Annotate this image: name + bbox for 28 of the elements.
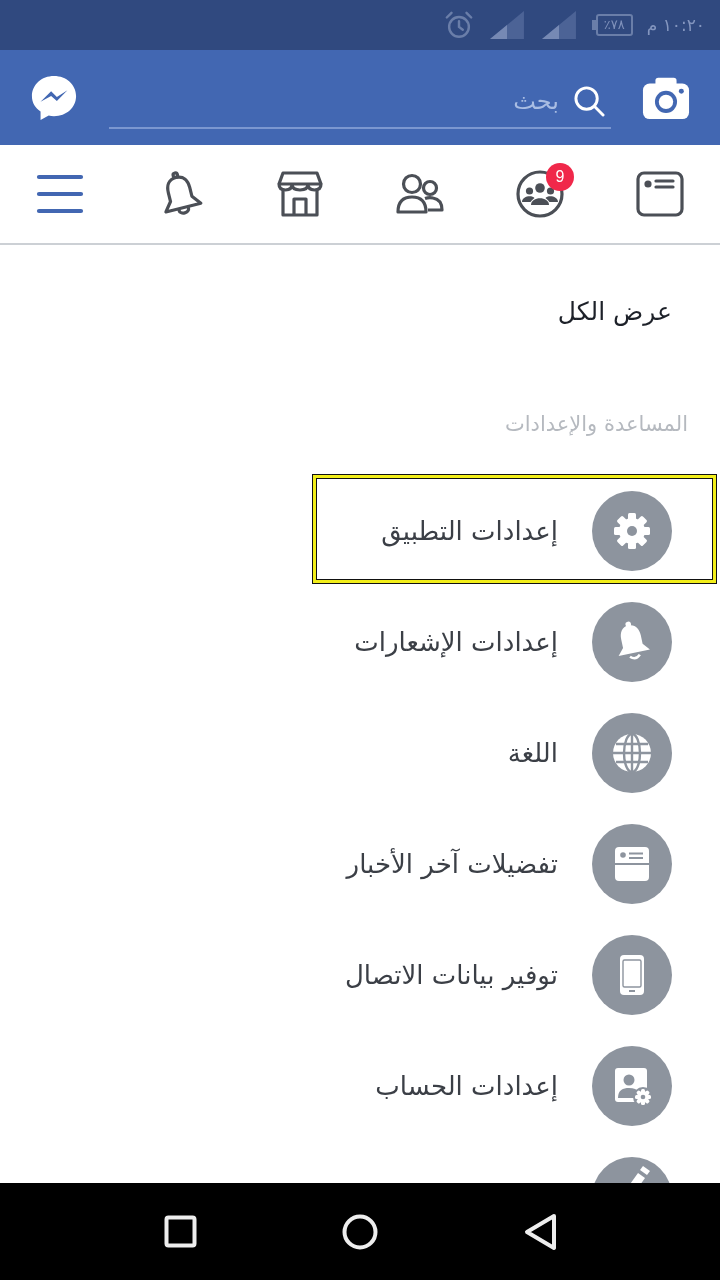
menu-item[interactable]: إعدادات التطبيق (0, 475, 720, 586)
see-all-link[interactable]: عرض الكل (557, 292, 672, 332)
bell-icon (592, 601, 672, 682)
search-icon[interactable] (573, 84, 605, 117)
count-badge: 9 (546, 163, 574, 191)
clock-time: ١٠:٢٠ م (646, 14, 705, 37)
phone-icon (592, 934, 672, 1015)
account-settings-icon (592, 1045, 672, 1126)
back-icon[interactable] (523, 1212, 557, 1251)
group-icon (515, 169, 565, 219)
menu-item[interactable]: إعدادات الحساب (0, 1030, 720, 1141)
menu-item[interactable]: توفير بيانات الاتصال (0, 919, 720, 1030)
groups-tab[interactable]: 9 (480, 145, 600, 243)
newspaper-icon (635, 169, 685, 219)
home-icon[interactable] (342, 1213, 378, 1250)
globe-icon (592, 712, 672, 793)
menu-item[interactable]: تفضيلات آخر الأخبار (0, 808, 720, 919)
recents-icon[interactable] (163, 1215, 197, 1248)
menu-item[interactable]: اللغة (0, 697, 720, 808)
gear-icon (592, 490, 672, 571)
newspaper-icon (592, 823, 672, 904)
search-input[interactable]: بحث (109, 86, 559, 115)
section-heading: المساعدة والإعدادات (504, 411, 688, 438)
chat-bubble-icon[interactable] (30, 73, 78, 122)
menu-item[interactable]: إعدادات الإشعارات (0, 586, 720, 697)
alarm-clock-icon (443, 10, 474, 40)
battery-indicator: ٪٧٨ (591, 14, 633, 36)
store-icon (275, 169, 325, 219)
